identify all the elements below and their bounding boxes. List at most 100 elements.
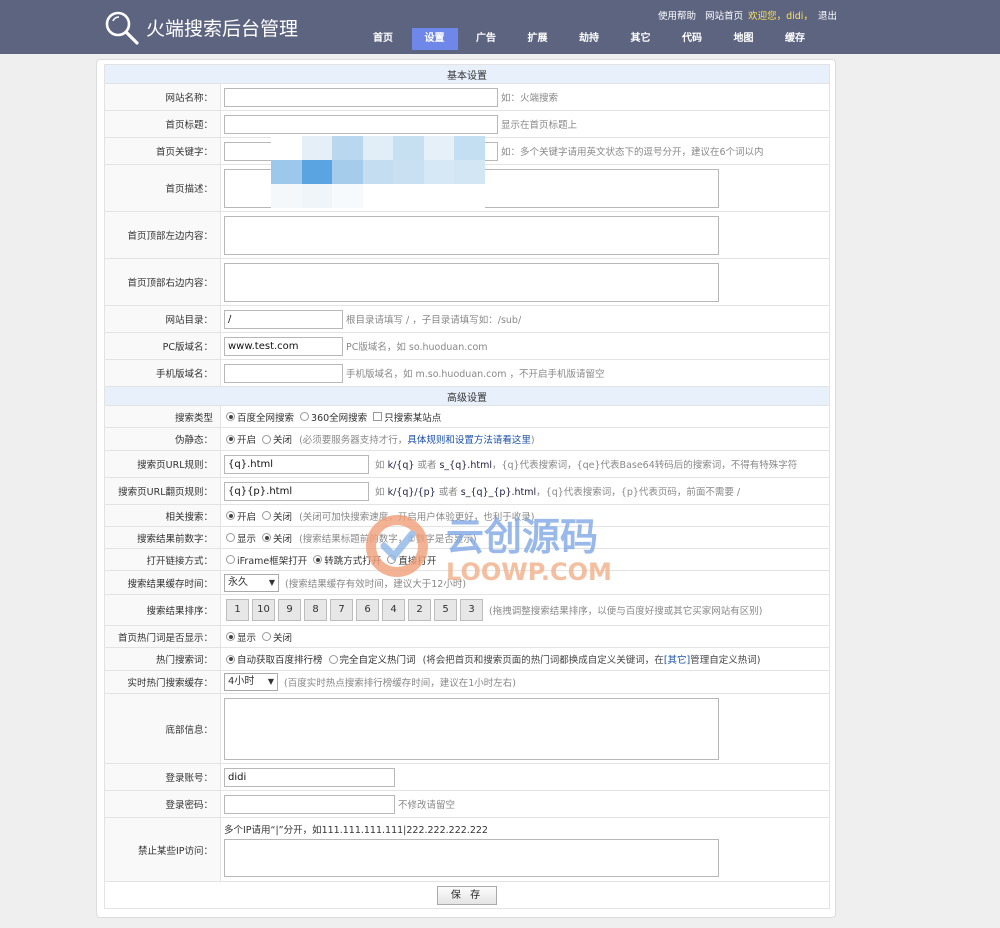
site-home-link[interactable]: 网站首页: [705, 11, 743, 22]
nav-code[interactable]: 代码: [669, 28, 715, 50]
mobile-domain-input[interactable]: [224, 363, 343, 383]
watermark-url: LOOWP.COM: [446, 558, 612, 586]
pc-domain-label: PC版域名：: [104, 332, 221, 360]
site-name-input[interactable]: [224, 87, 498, 107]
footer-label: 底部信息：: [104, 693, 221, 764]
url-rule-hint: ，{q}代表搜索词，{qe}代表Base64转码后的搜索词，不得有特殊字符: [491, 460, 798, 471]
home-desc-label: 首页描述：: [104, 164, 221, 212]
home-top-left-textarea[interactable]: [224, 215, 719, 255]
footer-textarea[interactable]: [224, 697, 719, 760]
cache-time-select[interactable]: 永久 ▼: [224, 573, 279, 592]
save-button[interactable]: 保 存: [437, 885, 497, 905]
sort-item[interactable]: 8: [304, 599, 327, 621]
result-num-label: 搜索结果前数字：: [104, 526, 221, 549]
nav-settings[interactable]: 设置: [411, 28, 458, 50]
nav-other[interactable]: 其它: [618, 28, 664, 50]
block-ip-textarea[interactable]: [224, 838, 719, 877]
site-dir-input[interactable]: /: [224, 309, 343, 329]
nav-ads[interactable]: 广告: [463, 28, 509, 50]
home-title-input[interactable]: [224, 114, 498, 134]
related-on-radio[interactable]: [226, 511, 235, 520]
row-home-top-right: 首页顶部右边内容：: [104, 258, 830, 306]
search-type-label: 搜索类型: [104, 405, 221, 428]
hot-show-on-radio[interactable]: [226, 632, 235, 641]
pseudo-static-on-radio[interactable]: [226, 434, 235, 444]
pseudo-static-off-radio[interactable]: [262, 434, 272, 444]
sort-item[interactable]: 3: [460, 599, 483, 621]
home-keywords-label: 首页关键字：: [104, 137, 221, 165]
save-cell: 保 存: [104, 881, 830, 909]
hot-words-custom-radio[interactable]: [328, 654, 338, 664]
sort-item[interactable]: 6: [356, 599, 379, 621]
hot-words-custom-label: 完全自定义热门词: [339, 655, 416, 666]
row-sort: 搜索结果排序： 1 10 9 8 7 6 4 2 5 3 (拖拽调整搜索结果排序，以便与百度好搜或…: [104, 594, 830, 626]
home-top-right-textarea[interactable]: [224, 262, 719, 302]
sort-item[interactable]: 9: [278, 599, 301, 621]
url-page-rule-input[interactable]: {q}{p}.html: [224, 481, 369, 501]
search-logo-icon: [105, 11, 139, 45]
watermark-logo: 云创源码 LOOWP.COM: [366, 515, 612, 586]
nav-hijack[interactable]: 劫持: [566, 28, 612, 50]
search-site-only-checkbox[interactable]: [373, 412, 383, 421]
url-rule-input[interactable]: {q}.html: [224, 454, 369, 474]
result-num-off-radio[interactable]: [262, 533, 272, 542]
nav-home[interactable]: 首页: [360, 28, 406, 50]
row-login-pass: 登录密码： 不修改请留空: [104, 790, 830, 818]
hot-show-off-radio[interactable]: [262, 632, 272, 641]
hot-show-off-label: 关闭: [273, 632, 293, 644]
site-dir-label: 网站目录：: [104, 305, 221, 333]
search-site-only-label: 只搜索某站点: [384, 412, 442, 424]
open-link-label: 打开链接方式：: [104, 548, 221, 571]
hot-cache-select[interactable]: 4小时 ▼: [224, 673, 278, 691]
related-off-radio[interactable]: [262, 511, 272, 520]
sort-item[interactable]: 1: [226, 599, 249, 621]
nav-map[interactable]: 地图: [721, 28, 767, 50]
advanced-section-title: 高级设置: [104, 386, 830, 406]
result-num-show-radio[interactable]: [226, 533, 235, 542]
login-pass-input[interactable]: [224, 794, 395, 814]
hot-words-auto-radio[interactable]: [226, 654, 235, 664]
help-link[interactable]: 使用帮助: [658, 11, 696, 22]
nav-cache[interactable]: 缓存: [772, 28, 818, 50]
url-page-rule-hint: ，{q}代表搜索词，{p}代表页码，前面不需要 /: [536, 487, 741, 498]
sort-item[interactable]: 7: [330, 599, 353, 621]
sort-item[interactable]: 10: [252, 599, 275, 621]
hot-cache-hint: (百度实时热点搜索排行榜缓存时间，建议在1小时左右): [284, 678, 516, 689]
basic-section-title: 基本设置: [104, 64, 830, 84]
top-links: 使用帮助 网站首页 欢迎您，didi， 退出: [652, 8, 837, 22]
search-type-360-radio[interactable]: [300, 412, 310, 421]
open-link-iframe-label: iFrame框架打开: [237, 555, 308, 567]
row-save: 保 存: [104, 881, 830, 909]
url-rule-label: 搜索页URL规则：: [104, 450, 221, 478]
url-rule-hint-pre: 如: [375, 460, 385, 471]
watermark-text: 云创源码: [446, 515, 598, 559]
site-name-label: 网站名称：: [104, 83, 221, 111]
result-num-off-label: 关闭: [273, 533, 293, 545]
hot-words-hint-end: 管理自定义热词): [690, 655, 761, 666]
pc-domain-input[interactable]: www.test.com: [224, 336, 343, 356]
related-label: 相关搜索：: [104, 504, 221, 527]
home-title-label: 首页标题：: [104, 110, 221, 138]
login-pass-label: 登录密码：: [104, 790, 221, 818]
sort-item[interactable]: 4: [382, 599, 405, 621]
nav-extend[interactable]: 扩展: [515, 28, 561, 50]
open-link-redirect-radio[interactable]: [313, 555, 323, 564]
open-link-iframe-radio[interactable]: [226, 555, 235, 564]
block-ip-hint: 多个IP请用“|”分开，如111.111.111.111|222.222.222…: [224, 824, 488, 836]
pseudo-static-hint: (必须要服务器支持才行，: [299, 435, 408, 446]
pseudo-static-help-link[interactable]: 具体规则和设置方法请看这里: [407, 435, 531, 446]
url-page-rule-or: 或者: [438, 487, 458, 498]
top-bar: 火端搜索后台管理 使用帮助 网站首页 欢迎您，didi， 退出 首页 设置 广告…: [0, 0, 1000, 54]
row-url-page-rule: 搜索页URL翻页规则： {q}{p}.html 如 k/{q}/{p} 或者 s…: [104, 477, 830, 505]
sort-item[interactable]: 5: [434, 599, 457, 621]
home-keywords-hint: 如：多个关键字请用英文状态下的逗号分开，建议在6个词以内: [501, 147, 764, 158]
row-login-user: 登录账号： didi: [104, 763, 830, 791]
hot-cache-label: 实时热门搜索缓存：: [104, 670, 221, 694]
basic-section-header: 基本设置: [104, 64, 830, 84]
hot-words-other-link[interactable]: [其它]: [664, 655, 690, 666]
sort-item[interactable]: 2: [408, 599, 431, 621]
logout-link[interactable]: 退出: [818, 11, 837, 22]
login-user-input[interactable]: didi: [224, 767, 395, 787]
search-type-baidu-radio[interactable]: [226, 412, 235, 421]
pseudo-static-label: 伪静态：: [104, 427, 221, 451]
